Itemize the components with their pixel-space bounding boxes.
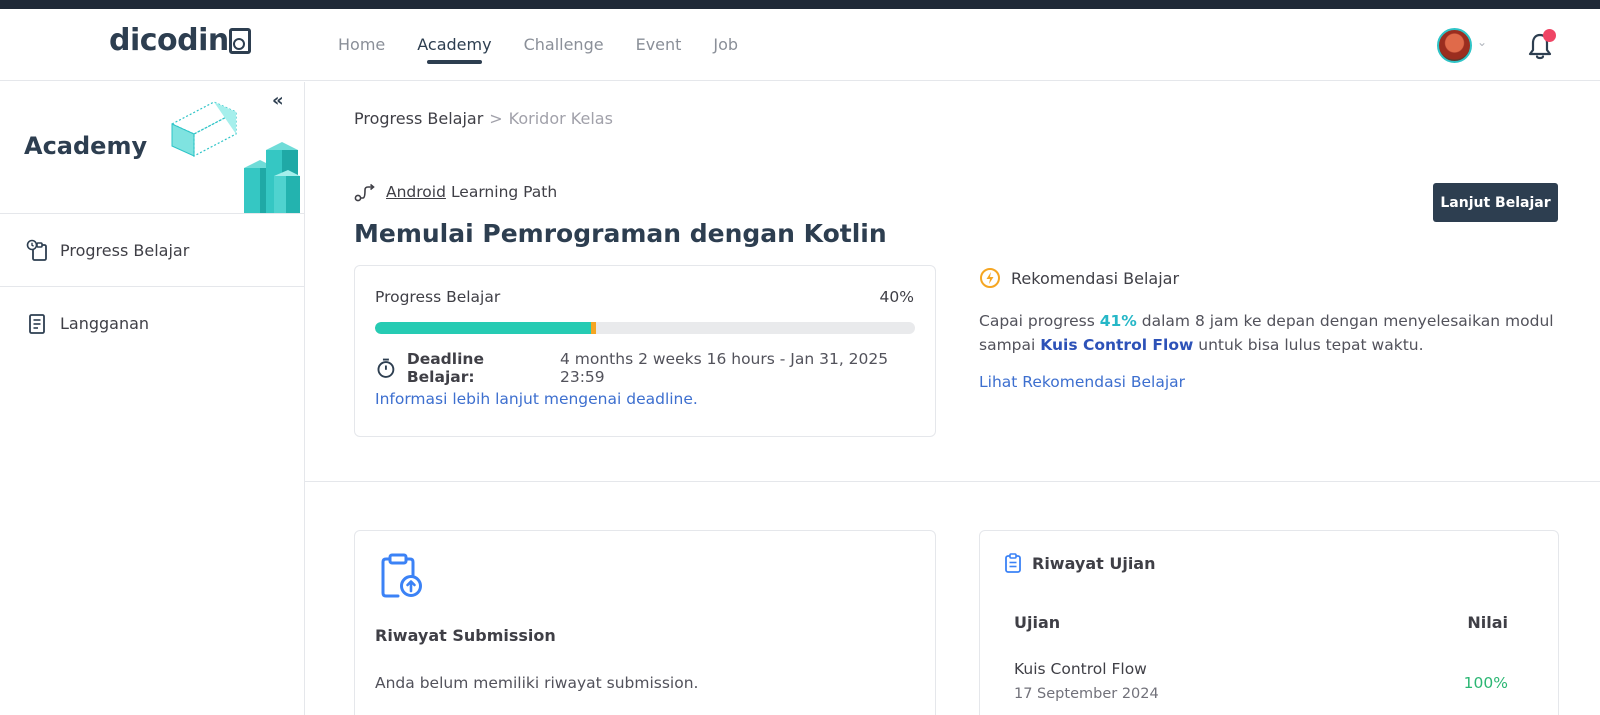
- route-icon: [354, 183, 375, 202]
- continue-learning-button[interactable]: Lanjut Belajar: [1433, 183, 1558, 222]
- section-divider: [305, 481, 1600, 482]
- submission-title: Riwayat Submission: [375, 626, 556, 645]
- score-column-header: Nilai: [1467, 613, 1508, 632]
- document-icon: [26, 313, 48, 335]
- progress-bar: [375, 322, 915, 334]
- sidebar-item-langganan[interactable]: Langganan: [0, 287, 304, 360]
- breadcrumb-parent[interactable]: Progress Belajar: [354, 109, 483, 128]
- breadcrumb-current: Koridor Kelas: [508, 109, 613, 128]
- recommendation-panel: Rekomendasi Belajar Capai progress 41% d…: [979, 265, 1559, 391]
- stopwatch-icon: [377, 358, 395, 378]
- chevron-down-icon[interactable]: ⌄: [1477, 35, 1487, 49]
- recommendation-header: Rekomendasi Belajar: [979, 267, 1559, 289]
- progress-label: Progress Belajar: [375, 288, 501, 306]
- sidebar: Academy « Progress Belajar Langganan: [0, 82, 305, 715]
- progress-icon: [26, 239, 48, 261]
- deadline-info-link[interactable]: Informasi lebih lanjut mengenai deadline…: [375, 390, 698, 408]
- course-title: Memulai Pemrograman dengan Kotlin: [354, 219, 887, 248]
- deadline-row: Deadline Belajar: 4 months 2 weeks 16 ho…: [375, 350, 935, 386]
- breadcrumb-separator: >: [489, 109, 503, 128]
- recommendation-title: Rekomendasi Belajar: [1011, 268, 1180, 288]
- progress-bar-marker: [591, 322, 596, 334]
- sidebar-item-label: Langganan: [60, 314, 150, 333]
- sidebar-hero: Academy «: [0, 82, 304, 214]
- exam-history-header: Riwayat Ujian: [1004, 553, 1155, 573]
- nav-home[interactable]: Home: [338, 9, 401, 81]
- deadline-value: 4 months 2 weeks 16 hours - Jan 31, 2025…: [559, 350, 889, 386]
- notification-dot: [1543, 29, 1556, 42]
- user-avatar[interactable]: [1437, 28, 1472, 63]
- exam-column-header: Ujian: [1014, 613, 1061, 632]
- recommendation-target-percent: 41%: [1099, 312, 1137, 330]
- lightning-icon: [980, 268, 1000, 288]
- academy-illustration: [170, 101, 300, 213]
- deadline-label: Deadline Belajar:: [406, 350, 484, 386]
- exam-history-card: Riwayat Ujian Ujian Nilai Kuis Control F…: [979, 530, 1559, 715]
- sidebar-title: Academy: [24, 132, 148, 160]
- exam-history-title: Riwayat Ujian: [1032, 553, 1156, 573]
- exam-row-score: 100%: [1463, 674, 1508, 692]
- recommendation-text: Capai progress 41% dalam 8 jam ke depan …: [979, 312, 1554, 354]
- learning-path: Android Learning Path: [354, 182, 557, 202]
- submission-empty-text: Anda belum memiliki riwayat submission.: [375, 674, 699, 692]
- progress-bar-fill: [375, 322, 591, 334]
- learning-path-link[interactable]: Android: [386, 183, 446, 201]
- nav-event[interactable]: Event: [620, 9, 698, 81]
- sidebar-item-label: Progress Belajar: [60, 240, 190, 260]
- dicoding-logo[interactable]: dicodin: [109, 23, 251, 58]
- top-strip: [0, 0, 1600, 9]
- clipboard-upload-icon: [381, 553, 422, 598]
- exam-row-name: Kuis Control Flow: [1014, 660, 1147, 678]
- progress-card: Progress Belajar 40% Deadline Belajar: 4…: [354, 265, 936, 437]
- learning-path-suffix: Learning Path: [450, 183, 558, 201]
- recommendation-target-module: Kuis Control Flow: [1040, 336, 1194, 354]
- sidebar-item-progress-belajar[interactable]: Progress Belajar: [0, 214, 304, 287]
- breadcrumb: Progress Belajar > Koridor Kelas: [354, 109, 613, 128]
- main-nav: Home Academy Challenge Event Job: [338, 9, 754, 81]
- main-content: Progress Belajar > Koridor Kelas Android L…: [305, 82, 1600, 715]
- progress-value: 40%: [879, 288, 914, 306]
- logo-g-mark: [228, 28, 251, 54]
- recommendation-link[interactable]: Lihat Rekomendasi Belajar: [979, 373, 1559, 391]
- exam-row-date: 17 September 2024: [1014, 686, 1159, 702]
- clipboard-icon: [1005, 553, 1021, 573]
- nav-job[interactable]: Job: [697, 9, 754, 81]
- nav-challenge[interactable]: Challenge: [508, 9, 620, 81]
- submission-card: Riwayat Submission Anda belum memiliki r…: [354, 530, 936, 715]
- header: dicodin Home Academy Challenge Event Job…: [0, 9, 1600, 81]
- nav-academy[interactable]: Academy: [401, 9, 507, 81]
